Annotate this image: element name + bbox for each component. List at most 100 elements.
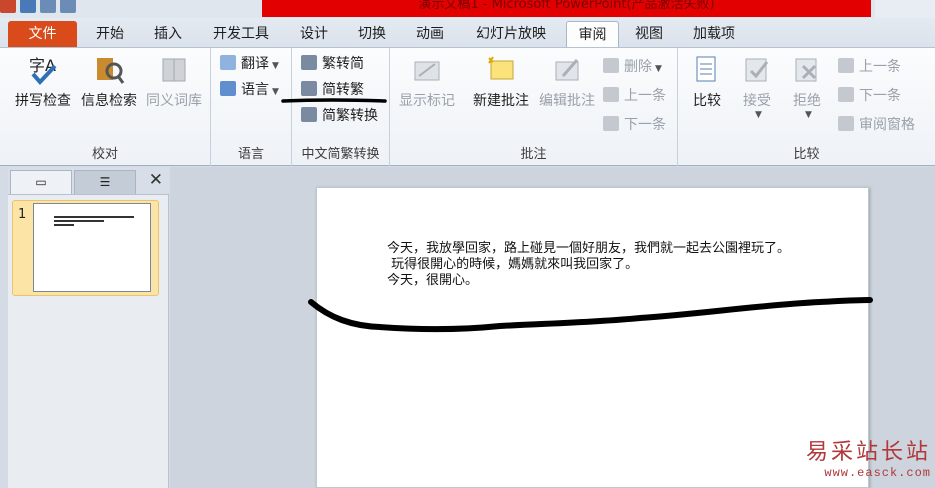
chevron-down-icon: ▼ <box>272 87 279 97</box>
translate-label: 翻译 <box>241 56 269 72</box>
reject-icon <box>791 54 823 86</box>
language-label: 语言 <box>241 82 269 98</box>
new-comment-button[interactable]: 新建批注 <box>469 54 533 110</box>
reject-label: 拒绝 <box>793 93 821 109</box>
previous-change-button[interactable]: 上一条 <box>838 56 901 78</box>
save-icon[interactable] <box>20 0 36 13</box>
next-comment-icon <box>603 116 619 131</box>
tab-slides[interactable]: ▭ <box>10 170 72 194</box>
group-proofing: 字A 拼写检查 信息检索 同义词库 校对 <box>0 48 211 166</box>
language-icon <box>220 81 236 96</box>
thesaurus-button[interactable]: 同义词库 <box>143 54 205 110</box>
group-label-language: 语言 <box>237 147 264 162</box>
quick-access-toolbar <box>0 0 76 16</box>
thumb-text-line <box>54 216 134 218</box>
tab-review[interactable]: 审阅 <box>566 21 619 47</box>
redo-icon[interactable] <box>60 0 76 13</box>
edit-comment-label: 编辑批注 <box>539 93 595 109</box>
undo-icon[interactable] <box>40 0 56 13</box>
group-label-chinese: 中文简繁转换 <box>301 147 380 162</box>
window-title: 演示文稿1 - Microsoft PowerPoint(产品激活失败) <box>262 0 871 17</box>
accept-icon <box>741 54 773 86</box>
previous-comment-label: 上一条 <box>624 88 666 104</box>
group-language: 翻译 ▼ 语言 ▼ 语言 <box>211 48 292 166</box>
edit-comment-icon <box>551 54 583 86</box>
group-label-proofing: 校对 <box>91 147 118 162</box>
compare-label: 比较 <box>693 93 721 109</box>
delete-label: 删除 <box>624 59 652 75</box>
title-bar: 演示文稿1 - Microsoft PowerPoint(产品激活失败) <box>0 0 935 18</box>
show-markup-label: 显示标记 <box>399 93 455 109</box>
thumb-text-line <box>54 220 104 222</box>
tab-view[interactable]: 视图 <box>624 21 674 47</box>
previous-comment-button[interactable]: 上一条 <box>603 85 666 107</box>
accept-button[interactable]: 接受 ▼ <box>736 54 778 120</box>
spelling-button[interactable]: 字A 拼写检查 <box>12 54 74 110</box>
to-traditional-label: 简转繁 <box>322 82 364 98</box>
show-markup-icon <box>411 54 443 86</box>
previous-comment-icon <box>603 87 619 102</box>
tab-design[interactable]: 设计 <box>290 21 338 47</box>
traditional-to-simplified-button[interactable]: 繁转简 <box>301 53 364 75</box>
slides-pane: ▭ ☰ ✕ 1 <box>8 167 169 488</box>
simplified-to-traditional-icon <box>301 81 317 96</box>
chevron-down-icon: ▼ <box>805 110 812 120</box>
reviewing-pane-icon <box>838 116 854 131</box>
reviewing-pane-label: 审阅窗格 <box>859 117 915 133</box>
slide-thumbnail[interactable] <box>33 203 151 292</box>
group-chinese-conversion: 繁转简 简转繁 简繁转换 中文简繁转换 <box>292 48 390 166</box>
language-button[interactable]: 语言 ▼ <box>220 79 279 101</box>
tab-outline[interactable]: ☰ <box>74 170 136 194</box>
to-simplified-label: 繁转简 <box>322 56 364 72</box>
tab-developer[interactable]: 开发工具 <box>202 21 280 47</box>
delete-comment-icon <box>603 58 619 73</box>
tab-insert[interactable]: 插入 <box>144 21 192 47</box>
reject-button[interactable]: 拒绝 ▼ <box>786 54 828 120</box>
watermark: 易采站长站 www.easck.com <box>806 434 931 480</box>
thesaurus-label: 同义词库 <box>146 93 202 109</box>
spelling-check-icon: 字A <box>27 54 59 86</box>
pane-tabs: ▭ ☰ ✕ <box>8 167 169 195</box>
next-change-button[interactable]: 下一条 <box>838 85 901 107</box>
reviewing-pane-button[interactable]: 审阅窗格 <box>838 114 915 136</box>
window-controls[interactable] <box>875 0 935 18</box>
powerpoint-app-icon[interactable] <box>0 0 16 13</box>
tab-animations[interactable]: 动画 <box>406 21 454 47</box>
next-change-icon <box>838 87 854 102</box>
slide-text-line: 今天，我放學回家，路上碰見一個好朋友，我們就一起去公園裡玩了。 <box>387 241 791 256</box>
group-label-compare: 比较 <box>793 147 820 162</box>
show-markup-button[interactable]: 显示标记 <box>395 54 459 110</box>
delete-comment-button[interactable]: 删除 ▼ <box>603 56 662 78</box>
research-icon <box>93 54 125 86</box>
compare-button[interactable]: 比较 <box>686 54 728 110</box>
chevron-down-icon: ▼ <box>655 64 662 74</box>
tab-addins[interactable]: 加载项 <box>682 21 746 47</box>
chevron-down-icon: ▼ <box>755 110 762 120</box>
slide-text-line: 今天，很開心。 <box>387 273 479 288</box>
research-button[interactable]: 信息检索 <box>78 54 140 110</box>
slide-textbox[interactable]: 今天，我放學回家，路上碰見一個好朋友，我們就一起去公園裡玩了。 玩得很開心的時候… <box>387 241 790 289</box>
compare-icon <box>691 54 723 86</box>
group-label-comments: 批注 <box>520 147 547 162</box>
edit-comment-button[interactable]: 编辑批注 <box>535 54 599 110</box>
chinese-conversion-icon <box>301 107 317 122</box>
thesaurus-icon <box>158 54 190 86</box>
previous-change-icon <box>838 58 854 73</box>
watermark-text: 易采站长站 <box>805 440 931 465</box>
next-comment-button[interactable]: 下一条 <box>603 114 666 136</box>
traditional-to-simplified-icon <box>301 55 317 70</box>
thumb-text-line <box>54 224 74 226</box>
tab-home[interactable]: 开始 <box>86 21 134 47</box>
previous-change-label: 上一条 <box>859 59 901 75</box>
convert-label: 简繁转换 <box>322 108 378 124</box>
tab-file[interactable]: 文件 <box>8 21 77 47</box>
new-comment-label: 新建批注 <box>473 93 529 109</box>
tab-slideshow[interactable]: 幻灯片放映 <box>464 21 558 47</box>
tab-transitions[interactable]: 切换 <box>348 21 396 47</box>
translate-button[interactable]: 翻译 ▼ <box>220 53 279 75</box>
simplified-to-traditional-button[interactable]: 简转繁 <box>301 79 364 101</box>
slide-canvas[interactable]: 今天，我放學回家，路上碰見一個好朋友，我們就一起去公園裡玩了。 玩得很開心的時候… <box>316 187 869 488</box>
close-icon[interactable]: ✕ <box>149 171 163 189</box>
translate-icon <box>220 55 236 70</box>
chinese-conversion-button[interactable]: 简繁转换 <box>301 105 378 127</box>
